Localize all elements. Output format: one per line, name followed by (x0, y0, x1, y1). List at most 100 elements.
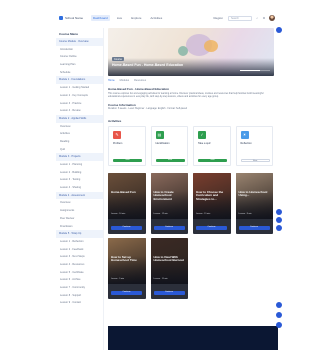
sidebar-item[interactable]: Lesson 6 · Archive (56, 276, 103, 284)
lesson-continue-button[interactable]: Continue (196, 226, 227, 230)
sidebar-item[interactable]: Lesson 3 · Testing (56, 176, 103, 184)
sidebar-item[interactable]: Lesson 7 · Community (56, 284, 103, 292)
lesson-card[interactable]: Home-Based Fun Lesson · 10 min Continue (108, 172, 146, 234)
sidebar-item[interactable]: Lesson 3 · Next Steps (56, 253, 103, 261)
nav-link-live[interactable]: Live (115, 15, 125, 21)
sidebar-item[interactable]: Lesson 5 · Certificate (56, 269, 103, 277)
sidebar-item[interactable]: Schedule (56, 69, 103, 77)
settings-icon[interactable]: ⚙ (262, 16, 266, 20)
lesson-title: How to Set up Homeschool Time (111, 254, 137, 263)
activity-label: Problem (113, 141, 123, 145)
sidebar-item[interactable]: Learning Plan (56, 61, 103, 69)
activity-label: Take a quiz (198, 141, 211, 145)
avatar[interactable] (269, 15, 275, 21)
sidebar-item[interactable]: Quiz (56, 146, 103, 154)
lesson-continue-button[interactable]: Continue (153, 291, 185, 295)
sidebar-item[interactable]: Overview (56, 123, 103, 131)
sidebar-item[interactable]: Final Exam (56, 223, 103, 231)
sidebar-group-header[interactable]: Module 2 · Applied Skills (56, 114, 103, 123)
activity-start-button[interactable]: Start (155, 158, 185, 162)
activity-card: ✎ Problem Start (108, 125, 146, 166)
activity-start-button[interactable]: Start (113, 158, 142, 162)
lesson-title: How to Deal With Homeschool Burnout (153, 254, 185, 263)
course-tabs: Home Modules Resources (108, 78, 274, 83)
lesson-card[interactable]: How to Choose the Curriculum and Strateg… (193, 172, 231, 234)
sidebar-item[interactable]: Lesson 1 · Planning (56, 161, 103, 169)
side-action-button-6[interactable] (276, 322, 282, 328)
sidebar-item[interactable]: Lesson 4 · Resources (56, 261, 103, 269)
lesson-meta: Lesson · 12 min (153, 212, 168, 215)
sidebar-item[interactable]: Assignments (56, 207, 103, 215)
sidebar-item[interactable]: Lesson 2 · Feedback (56, 246, 103, 254)
hero-illustration-accent (204, 40, 218, 52)
sidebar-item[interactable]: Lesson 4 · Review (56, 107, 103, 115)
lesson-continue-button[interactable]: Continue (153, 226, 185, 230)
lesson-meta: Lesson · 9 min (111, 277, 125, 280)
sidebar-item[interactable]: Introduction (56, 46, 103, 54)
side-action-button-4[interactable] (276, 302, 282, 308)
course-hero-banner: Course Home-Based Fun - Home-Based Educa… (108, 28, 274, 76)
lesson-card[interactable]: How to Homeschool Using... Lesson · 8 min… (235, 172, 273, 234)
hero-progress-bar (240, 70, 270, 71)
sidebar-group-header[interactable]: Module 3 · Projects (56, 153, 103, 161)
info-title: Course Information (108, 102, 136, 107)
activity-label: Reflection (240, 141, 252, 145)
lesson-continue-button[interactable]: Continue (111, 226, 142, 230)
sidebar-item[interactable]: Peer Review (56, 215, 103, 223)
sidebar-group-header[interactable]: Course Module · Overview (56, 38, 103, 46)
bell-icon[interactable]: ♪ (255, 16, 259, 20)
sidebar-item[interactable]: Course Outline (56, 53, 103, 61)
hero-title: Home-Based Fun - Home-Based Education (112, 63, 184, 67)
checklist-icon: ✓ (198, 130, 206, 139)
activity-label: Identification (155, 141, 170, 145)
school-logo[interactable]: School Name (59, 16, 83, 20)
sidebar-group-header[interactable]: Module 1 · Foundations (56, 76, 103, 85)
lesson-title: Home-Based Fun (111, 189, 136, 194)
top-navbar: School Name Dashboard Live Explore Activ… (56, 10, 278, 26)
sidebar-item[interactable]: Lesson 9 · Contact (56, 299, 103, 307)
lesson-continue-button[interactable]: Continue (238, 226, 270, 230)
sidebar-item[interactable]: Lesson 8 · Support (56, 292, 103, 300)
nav-link-dashboard[interactable]: Dashboard (91, 15, 110, 21)
activity-start-button[interactable]: Start (198, 158, 227, 162)
sidebar-item[interactable]: Reading (56, 138, 103, 146)
sidebar-item[interactable]: Lesson 3 · Practice (56, 100, 103, 108)
lesson-meta: Lesson · 8 min (238, 212, 252, 215)
about-title: Home-Based Fun - Home-Based Education (108, 87, 170, 91)
main-content: Course Home-Based Fun - Home-Based Educa… (108, 28, 274, 299)
sidebar-group-header[interactable]: Module 5 · Wrap Up (56, 230, 103, 238)
sidebar-item[interactable]: Activities (56, 130, 103, 138)
nav-link-explore[interactable]: Explore (129, 15, 143, 21)
sidebar-item[interactable]: Lesson 4 · Sharing (56, 184, 103, 192)
sidebar-group-header[interactable]: Module 4 · Assessment (56, 191, 103, 200)
region-selector[interactable]: Region (211, 15, 225, 21)
tab-modules[interactable]: Modules (120, 79, 129, 82)
sidebar-item[interactable]: Lesson 1 · Reflection (56, 238, 103, 246)
search-input[interactable]: Search (228, 15, 252, 21)
side-action-button-1[interactable] (276, 209, 282, 215)
activity-card: ☀ Reflection View (235, 125, 273, 166)
hero-progress-fill (240, 70, 260, 71)
side-action-button-3[interactable] (276, 225, 282, 231)
sidebar-item[interactable]: Lesson 2 · Building (56, 169, 103, 177)
lesson-title: How to Homeschool Using... (238, 189, 268, 198)
activity-cards: ✎ Problem Start ▤ Identification Start ✓ Take a… (108, 125, 274, 166)
lesson-continue-button[interactable]: Continue (111, 291, 142, 295)
lesson-card[interactable]: How to Set up Homeschool Time Lesson · 9 … (108, 237, 146, 299)
lesson-card[interactable]: How to Deal With Homeschool Burnout Lesso… (150, 237, 188, 299)
side-action-button-2[interactable] (276, 217, 282, 223)
tab-home[interactable]: Home (108, 79, 115, 82)
lesson-meta: Lesson · 15 min (196, 212, 211, 215)
document-icon: ▤ (155, 130, 164, 139)
sidebar-item[interactable]: Overview (56, 199, 103, 207)
hero-overlay (108, 58, 274, 76)
sidebar-item[interactable]: Lesson 1 · Getting Started (56, 84, 103, 92)
lesson-card[interactable]: How to Create Homeschool Environment Less… (150, 172, 188, 234)
activity-start-button[interactable]: View (240, 158, 270, 162)
tab-resources[interactable]: Resources (134, 79, 146, 82)
activity-card: ✓ Take a quiz Start (193, 125, 231, 166)
sidebar-item[interactable]: Lesson 2 · Key Concepts (56, 92, 103, 100)
chat-fab-button[interactable] (276, 27, 282, 33)
side-action-button-5[interactable] (276, 312, 282, 318)
nav-link-activities[interactable]: Activities (148, 15, 164, 21)
